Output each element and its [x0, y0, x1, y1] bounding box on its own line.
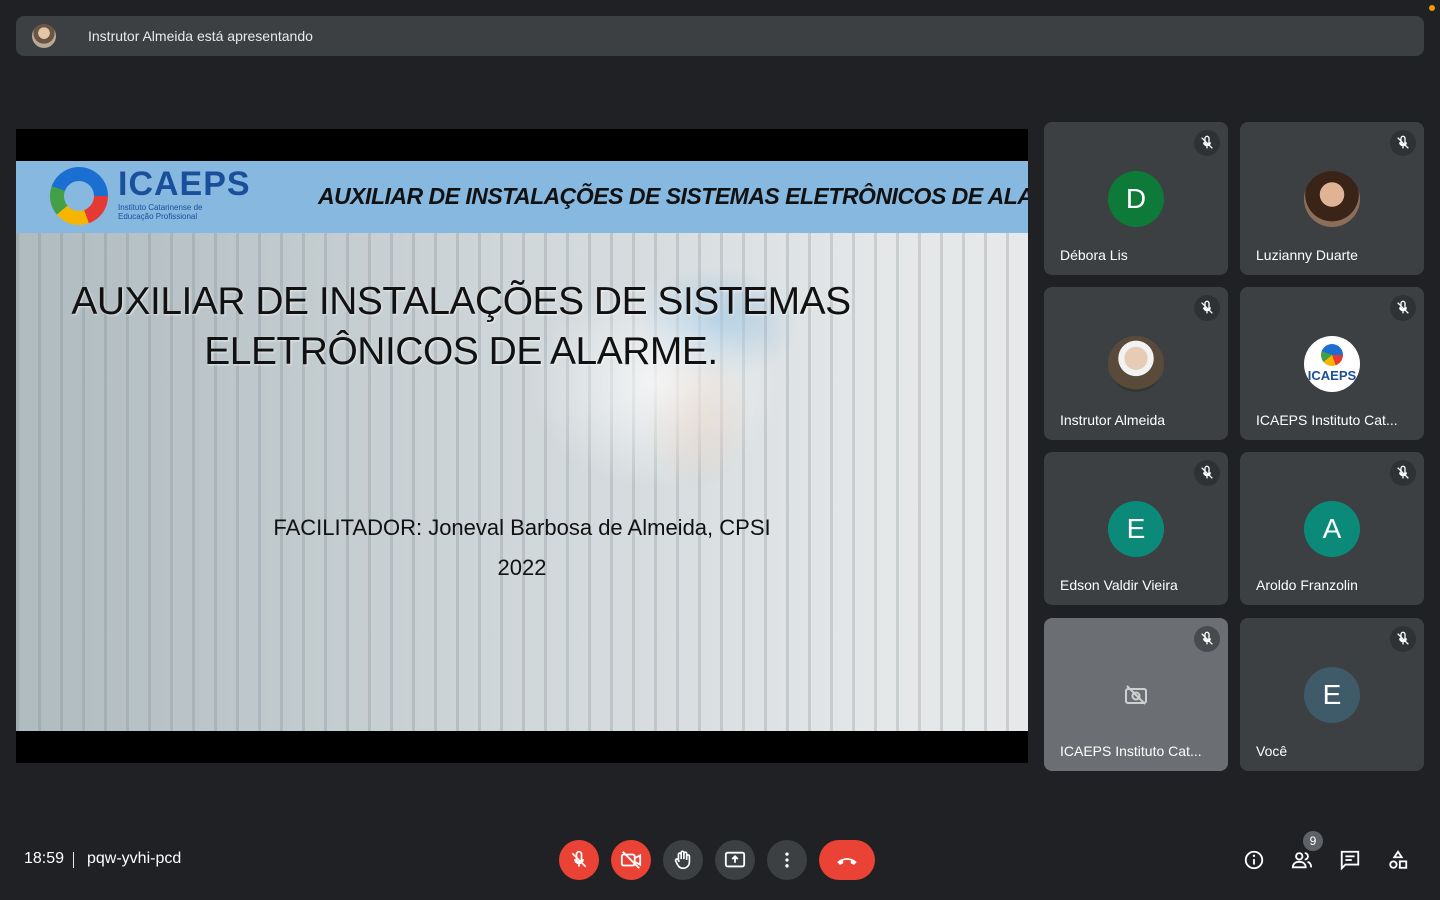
participant-tile[interactable]: Luzianny Duarte — [1240, 122, 1424, 275]
participant-avatar: E — [1108, 501, 1164, 557]
mic-off-icon — [571, 850, 587, 868]
participant-tile[interactable]: ICAEPS Instituto Cat... — [1044, 618, 1228, 771]
mic-muted-icon — [1390, 626, 1416, 652]
mic-muted-icon — [1194, 460, 1220, 486]
participant-name: Luzianny Duarte — [1256, 247, 1358, 263]
camera-off-icon — [1124, 684, 1148, 711]
icaeps-logo-icon — [50, 167, 108, 225]
participant-tile[interactable]: A Aroldo Franzolin — [1240, 452, 1424, 605]
mic-muted-icon — [1390, 460, 1416, 486]
divider — [73, 852, 74, 868]
slide-logo-name: ICAEPS — [118, 165, 251, 203]
raise-hand-icon — [674, 850, 691, 870]
activities-button[interactable] — [1386, 848, 1410, 872]
slide-heading-line-2: ELETRÔNICOS DE ALARME. — [204, 330, 718, 373]
participant-name: Aroldo Franzolin — [1256, 577, 1358, 593]
mic-muted-icon — [1390, 295, 1416, 321]
participant-avatar: E — [1304, 667, 1360, 723]
chat-button[interactable] — [1338, 848, 1362, 872]
end-call-button[interactable] — [819, 840, 875, 880]
camera-off-icon — [620, 851, 642, 869]
participant-name: Você — [1256, 743, 1288, 759]
slide-banner-title: AUXILIAR DE INSTALAÇÕES DE SISTEMAS ELET… — [318, 183, 1028, 209]
slide-year: 2022 — [497, 555, 547, 580]
participant-tile[interactable]: ICAEPS ICAEPS Instituto Cat... — [1240, 287, 1424, 440]
meeting-info-button[interactable] — [1242, 848, 1266, 872]
mic-toggle-button[interactable] — [559, 840, 599, 880]
participant-avatar: A — [1304, 501, 1360, 557]
mic-muted-icon — [1194, 295, 1220, 321]
info-icon — [1244, 850, 1264, 870]
participant-name: Instrutor Almeida — [1060, 412, 1166, 428]
slide-heading: AUXILIAR DE INSTALAÇÕES DE SISTEMAS ELET… — [56, 277, 866, 377]
participant-name: ICAEPS Instituto Cat... — [1256, 412, 1398, 428]
participant-name: Edson Valdir Vieira — [1060, 577, 1178, 593]
bottom-control-bar: 18:59 pqw-yvhi-pcd 9 — [0, 820, 1440, 900]
slide-banner: ICAEPS Instituto Catarinense de Educação… — [16, 161, 1028, 233]
icaeps-logo-icon — [1321, 344, 1343, 366]
participant-tile[interactable]: Instrutor Almeida — [1044, 287, 1228, 440]
raise-hand-button[interactable] — [663, 840, 703, 880]
participant-logo-avatar: ICAEPS — [1304, 336, 1360, 392]
activities-icon — [1389, 850, 1408, 869]
presenter-avatar — [32, 24, 56, 48]
present-screen-button[interactable] — [715, 840, 755, 880]
people-icon — [1291, 852, 1313, 869]
participant-count-badge: 9 — [1303, 831, 1323, 851]
participant-avatar: D — [1108, 171, 1164, 227]
camera-toggle-button[interactable] — [611, 840, 651, 880]
participant-tile-self[interactable]: E Você — [1240, 618, 1424, 771]
mic-muted-icon — [1194, 626, 1220, 652]
participant-photo-avatar — [1108, 336, 1164, 392]
end-call-icon — [837, 858, 857, 865]
notification-dot — [1429, 5, 1435, 11]
participant-tile[interactable]: E Edson Valdir Vieira — [1044, 452, 1228, 605]
presenter-label: Instrutor Almeida está apresentando — [88, 28, 313, 44]
participant-tile[interactable]: D Débora Lis — [1044, 122, 1228, 275]
presenter-bar: Instrutor Almeida está apresentando — [16, 16, 1424, 56]
present-screen-icon — [724, 851, 746, 868]
slide-heading-line-1: AUXILIAR DE INSTALAÇÕES DE SISTEMAS — [71, 280, 851, 323]
slide-facilitator: FACILITADOR: Joneval Barbosa de Almeida,… — [273, 515, 771, 540]
participant-name: Débora Lis — [1060, 247, 1128, 263]
meeting-code: pqw-yvhi-pcd — [87, 850, 182, 867]
people-button[interactable] — [1290, 848, 1314, 872]
more-options-button[interactable] — [767, 840, 807, 880]
chat-icon — [1340, 850, 1360, 871]
shared-slide: ICAEPS Instituto Catarinense de Educação… — [16, 161, 1028, 731]
more-options-icon — [785, 852, 789, 868]
participant-photo-avatar — [1304, 171, 1360, 227]
logo-avatar-text: ICAEPS — [1307, 368, 1357, 383]
slide-logo-subtitle: Instituto Catarinense de Educação Profis… — [118, 203, 203, 221]
presentation-stage[interactable]: ICAEPS Instituto Catarinense de Educação… — [16, 129, 1028, 763]
mic-muted-icon — [1194, 130, 1220, 156]
clock: 18:59 — [24, 850, 65, 867]
participant-name: ICAEPS Instituto Cat... — [1060, 743, 1202, 759]
mic-muted-icon — [1390, 130, 1416, 156]
